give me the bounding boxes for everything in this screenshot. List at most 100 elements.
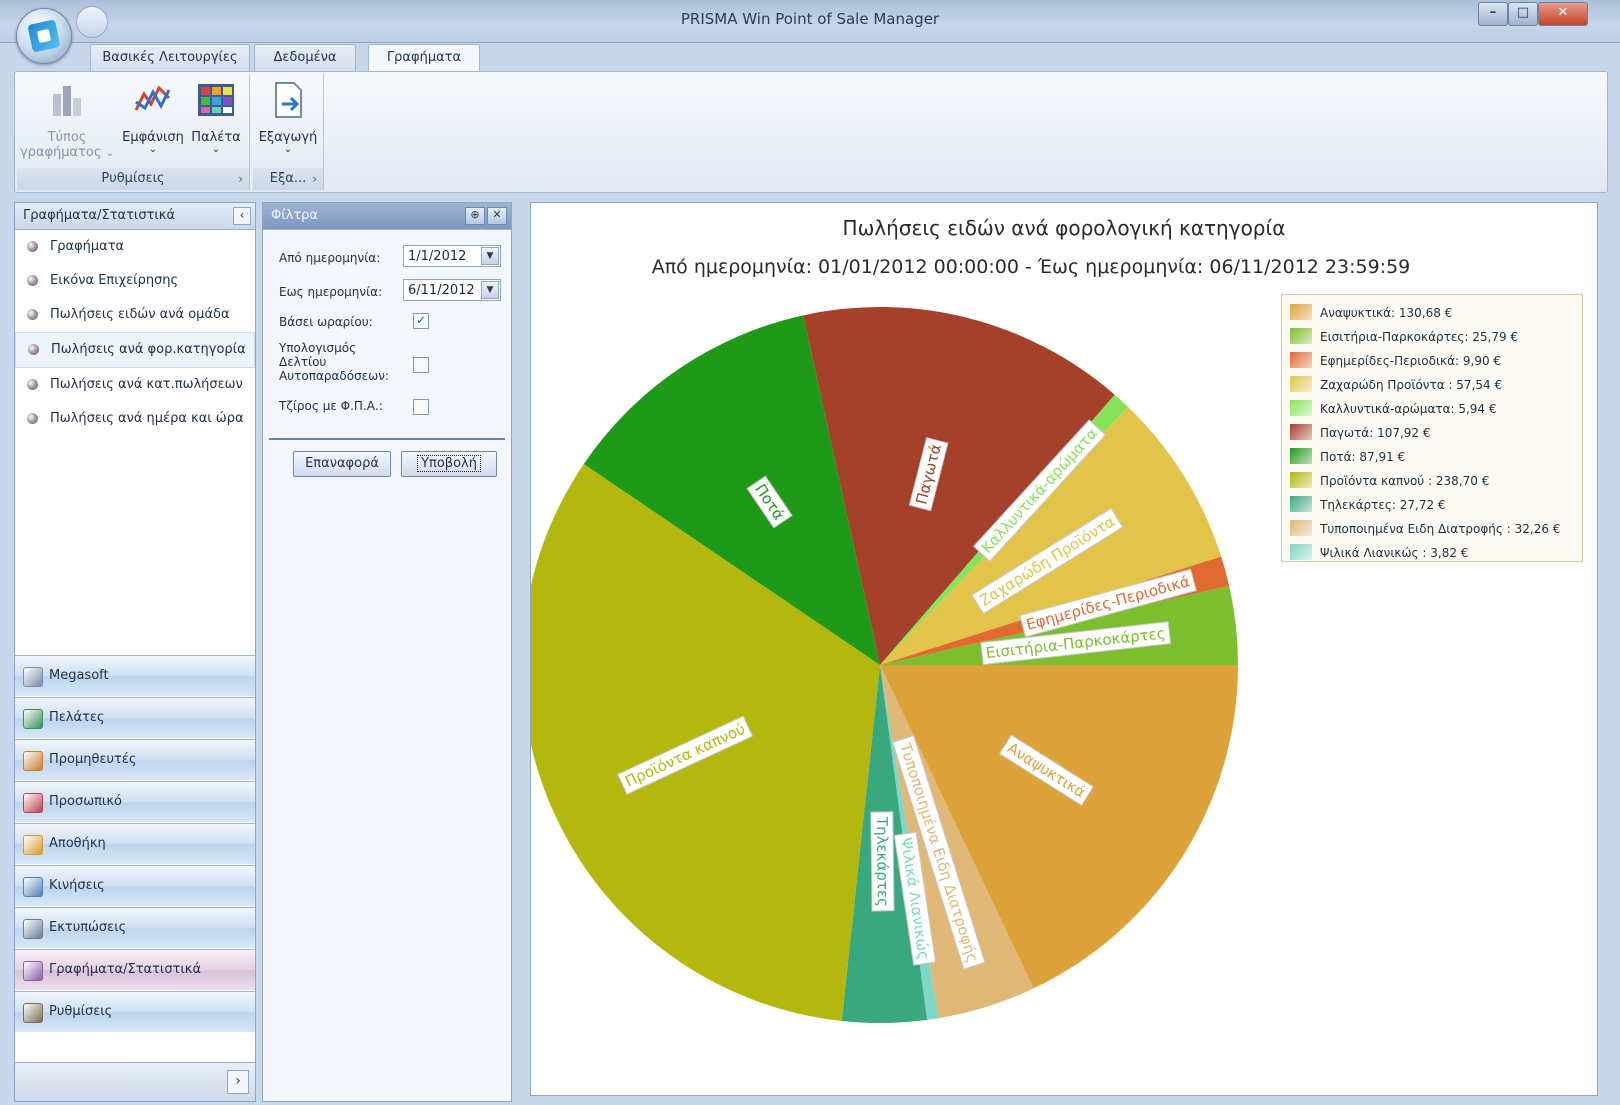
appearance-button[interactable]: Εμφάνιση ⌄ bbox=[117, 80, 189, 155]
reset-button[interactable]: Επαναφορά bbox=[293, 451, 391, 477]
dialog-launcher-icon[interactable]: › bbox=[312, 168, 317, 190]
reset-label: Επαναφορά bbox=[305, 456, 379, 471]
legend-swatch bbox=[1290, 400, 1312, 416]
submit-label: Υποβολή bbox=[417, 455, 481, 472]
module-list: Megasoft Πελάτες Προμηθευτές Προσωπικό Α… bbox=[15, 655, 255, 1033]
close-pane-icon[interactable]: ✕ bbox=[487, 207, 507, 225]
export-label: Εξαγωγή bbox=[258, 130, 318, 145]
pie-slices bbox=[521, 307, 1238, 1023]
legend-swatch bbox=[1290, 424, 1312, 440]
slice-label: Τηλεκάρτες bbox=[870, 811, 895, 912]
legend-label: Ζαχαρώδη Προϊόντα : 57,54 € bbox=[1320, 378, 1503, 392]
printouts-icon bbox=[23, 919, 43, 939]
submit-button[interactable]: Υποβολή bbox=[401, 451, 497, 477]
chart-type-label-line2: γραφήματος bbox=[19, 145, 102, 160]
legend-item: Καλλυντικά-αρώματα: 5,94 € bbox=[1290, 397, 1582, 421]
ribbon-group-export: Εξαγωγή ⌄ Εξα... › bbox=[253, 74, 324, 190]
legend-label: Τηλεκάρτες: 27,72 € bbox=[1320, 498, 1446, 512]
legend-item: Ζαχαρώδη Προϊόντα : 57,54 € bbox=[1290, 373, 1582, 397]
ribbon-group-settings: Τύπος γραφήματος ⌄ Εμφάνιση ⌄ Παλέτα ⌄ Ρ… bbox=[17, 74, 250, 190]
minimize-icon: – bbox=[1489, 5, 1497, 20]
suppliers-icon bbox=[23, 751, 43, 771]
module-megasoft[interactable]: Megasoft bbox=[15, 655, 255, 697]
module-staff[interactable]: Προσωπικό bbox=[15, 781, 255, 823]
legend-label: Προϊόντα καπνού : 238,70 € bbox=[1320, 474, 1490, 488]
chevron-down-icon: ⌄ bbox=[211, 144, 221, 155]
module-printouts[interactable]: Εκτυπώσεις bbox=[15, 907, 255, 949]
module-settings[interactable]: Ρυθμίσεις bbox=[15, 991, 255, 1033]
nav-item-sales-by-group[interactable]: Πωλήσεις ειδών ανά ομάδα bbox=[15, 298, 255, 332]
minimize-button[interactable]: – bbox=[1478, 2, 1508, 26]
module-warehouse[interactable]: Αποθήκη bbox=[15, 823, 255, 865]
chevron-down-icon[interactable]: ▼ bbox=[481, 247, 499, 265]
legend-item: Εισιτήρια-Παρκοκάρτες: 25,79 € bbox=[1290, 325, 1582, 349]
maximize-button[interactable]: □ bbox=[1508, 2, 1538, 26]
settings-icon bbox=[23, 1003, 43, 1023]
vat-checkbox[interactable] bbox=[413, 399, 429, 415]
close-button[interactable]: ✕ bbox=[1538, 2, 1588, 26]
navigation-header: Γραφήματα/Στατιστικά ‹ bbox=[15, 203, 255, 230]
to-date-label: Εως ημερομηνία: bbox=[279, 285, 383, 299]
legend-label: Τυποποιημένα Ειδη Διατροφής : 32,26 € bbox=[1320, 522, 1561, 536]
collapse-pane-button[interactable]: ‹ bbox=[233, 207, 251, 225]
legend-swatch bbox=[1290, 304, 1312, 320]
module-customers[interactable]: Πελάτες bbox=[15, 697, 255, 739]
module-charts-statistics[interactable]: Γραφήματα/Στατιστικά bbox=[15, 949, 255, 991]
application-menu-button[interactable] bbox=[16, 8, 72, 64]
from-date-label: Από ημερομηνία: bbox=[279, 251, 381, 265]
legend-item: Παγωτά: 107,92 € bbox=[1290, 421, 1582, 445]
customers-icon bbox=[23, 709, 43, 729]
schedule-checkbox[interactable]: ✓ bbox=[413, 313, 429, 329]
transactions-icon bbox=[23, 877, 43, 897]
chevron-right-icon[interactable]: › bbox=[227, 1070, 249, 1094]
window-title: PRISMA Win Point of Sale Manager bbox=[680, 10, 940, 28]
schedule-label: Βάσει ωραρίου: bbox=[279, 315, 373, 329]
staff-icon bbox=[23, 793, 43, 813]
dialog-launcher-icon[interactable]: › bbox=[238, 168, 243, 190]
nav-item-charts[interactable]: Γραφήματα bbox=[15, 230, 255, 264]
nav-item-label: Πωλήσεις ανά ημέρα και ώρα bbox=[50, 411, 244, 426]
nav-item-label: Πωλήσεις ανά κατ.πωλήσεων bbox=[50, 377, 243, 392]
navigation-header-label: Γραφήματα/Στατιστικά bbox=[23, 208, 176, 223]
calc-receipts-checkbox[interactable] bbox=[413, 357, 429, 373]
group-settings-label: Ρυθμίσεις bbox=[101, 171, 165, 186]
close-icon: ✕ bbox=[1557, 5, 1569, 20]
calc-label: Υπολογισμός Δελτίου Αυτοπαραδόσεων: bbox=[279, 341, 389, 383]
legend-label: Ποτά: 87,91 € bbox=[1320, 450, 1406, 464]
bullet-icon bbox=[27, 379, 38, 390]
bullet-icon bbox=[28, 344, 39, 355]
legend-label: Εισιτήρια-Παρκοκάρτες: 25,79 € bbox=[1320, 330, 1519, 344]
export-button[interactable]: Εξαγωγή ⌄ bbox=[255, 80, 321, 155]
legend-swatch bbox=[1290, 520, 1312, 536]
warehouse-icon bbox=[23, 835, 43, 855]
nav-item-label: Πωλήσεις ανά φορ.κατηγορία bbox=[51, 342, 246, 357]
from-date-field[interactable]: 1/1/2012 ▼ bbox=[403, 245, 501, 267]
vat-label: Τζίρος με Φ.Π.Α.: bbox=[279, 399, 383, 413]
tab-data[interactable]: Δεδομένα bbox=[254, 44, 356, 71]
tab-main-functions[interactable]: Βασικές Λειτουργίες bbox=[90, 44, 250, 71]
nav-item-sales-by-day-hour[interactable]: Πωλήσεις ανά ημέρα και ώρα bbox=[15, 402, 255, 436]
pin-icon[interactable]: ⊕ bbox=[465, 207, 485, 225]
ribbon-group-label-settings: Ρυθμίσεις › bbox=[17, 168, 249, 190]
to-date-field[interactable]: 6/11/2012 ▼ bbox=[403, 279, 501, 301]
nav-item-sales-by-tax-category[interactable]: Πωλήσεις ανά φορ.κατηγορία bbox=[15, 332, 255, 368]
tab-charts[interactable]: Γραφήματα bbox=[368, 44, 480, 73]
legend-swatch bbox=[1290, 544, 1312, 560]
legend-label: Καλλυντικά-αρώματα: 5,94 € bbox=[1320, 402, 1497, 416]
filters-header: Φίλτρα ⊕ ✕ bbox=[263, 203, 511, 230]
module-suppliers[interactable]: Προμηθευτές bbox=[15, 739, 255, 781]
nav-item-sales-by-sales-category[interactable]: Πωλήσεις ανά κατ.πωλήσεων bbox=[15, 368, 255, 402]
module-transactions[interactable]: Κινήσεις bbox=[15, 865, 255, 907]
appearance-icon bbox=[134, 85, 171, 111]
legend-swatch bbox=[1290, 376, 1312, 392]
legend-label: Παγωτά: 107,92 € bbox=[1320, 426, 1431, 440]
nav-item-business-overview[interactable]: Εικόνα Επιχείρησης bbox=[15, 264, 255, 298]
module-label: Megasoft bbox=[49, 668, 109, 683]
filters-pane: Φίλτρα ⊕ ✕ Από ημερομηνία: 1/1/2012 ▼ Εω… bbox=[262, 202, 512, 1102]
module-label: Ρυθμίσεις bbox=[49, 1004, 113, 1019]
module-label: Προμηθευτές bbox=[49, 752, 137, 767]
chart-type-button[interactable]: Τύπος γραφήματος ⌄ bbox=[19, 80, 115, 160]
palette-button[interactable]: Παλέτα ⌄ bbox=[187, 80, 245, 155]
chevron-down-icon[interactable]: ▼ bbox=[481, 281, 499, 299]
chart-type-icon bbox=[53, 86, 81, 116]
